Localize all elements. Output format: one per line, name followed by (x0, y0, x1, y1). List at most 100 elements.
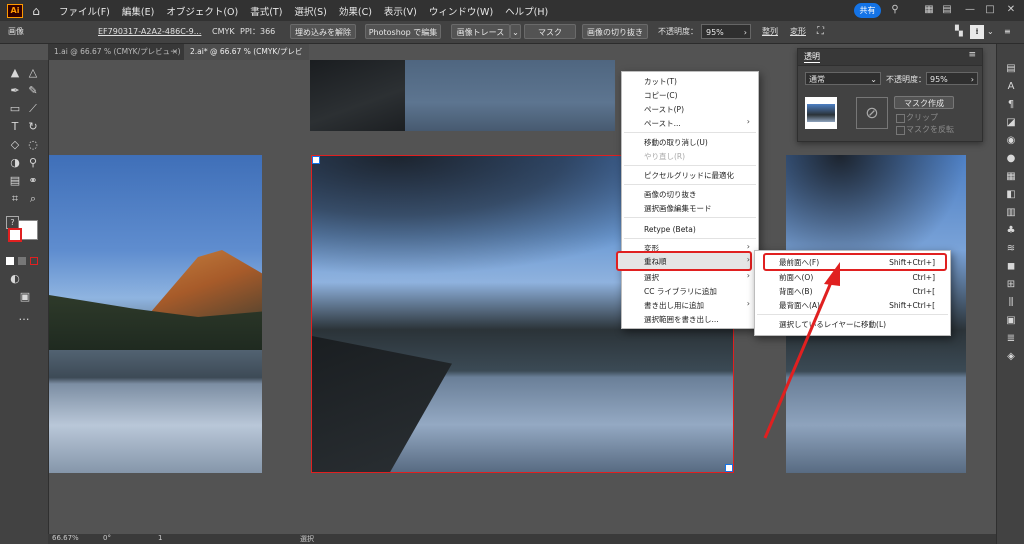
gradient-swatch-icon[interactable] (18, 257, 26, 265)
artboards-panel-icon[interactable]: ≣ (1004, 332, 1018, 346)
image-panel-icon[interactable]: ▥ (1004, 206, 1018, 220)
more-icon[interactable]: ≡ (1004, 25, 1011, 39)
isolate-icon[interactable]: ⛶ (817, 25, 824, 39)
menu-item-export-selection[interactable]: 選択範囲を書き出し... (644, 313, 719, 326)
rotation-value[interactable]: 0° (103, 534, 111, 542)
artboard-number[interactable]: 1 (158, 534, 162, 542)
gradient-tool-icon[interactable]: ▤ (8, 174, 22, 188)
close-icon[interactable]: ✕ (1005, 4, 1017, 16)
menu-item-paste[interactable]: ペースト(P) (644, 103, 684, 116)
selection-handle[interactable] (312, 156, 320, 164)
menu-item-isolation-mode[interactable]: 選択画像編集モード (644, 202, 712, 215)
tab-document-2[interactable]: 2.ai* @ 66.67 % (CMYK/プレビュー) × (184, 44, 309, 72)
pen-tool-icon[interactable]: ✒ (8, 84, 22, 98)
opacity-field[interactable]: 95% › (926, 72, 978, 85)
align-panel-icon[interactable]: ⫼ (1004, 296, 1018, 310)
curvature-tool-icon[interactable]: ✎ (26, 84, 40, 98)
libraries-panel-icon[interactable]: ◈ (1004, 350, 1018, 364)
selection-handle[interactable] (725, 464, 733, 472)
opacity-arrow-icon[interactable]: › (744, 25, 747, 40)
share-button[interactable]: 共有 (854, 3, 881, 18)
invert-mask-checkbox[interactable] (896, 126, 905, 135)
menu-help[interactable]: ヘルプ(H) (499, 4, 554, 18)
tab-document-1[interactable]: 1.ai @ 66.67 % (CMYK/プレビュー) × (48, 44, 183, 60)
paragraph-panel-icon[interactable]: ¶ (1004, 98, 1018, 112)
brushes-panel-icon[interactable]: ≋ (1004, 242, 1018, 256)
opacity-field[interactable]: 95% › (701, 24, 751, 39)
symbols-panel-icon[interactable]: ♣ (1004, 224, 1018, 238)
draw-mode-icon[interactable]: ◐ (8, 272, 22, 286)
menu-item-bring-forward[interactable]: 前面へ(O) (779, 271, 813, 284)
menu-object[interactable]: オブジェクト(O) (160, 4, 244, 18)
menu-view[interactable]: 表示(V) (378, 4, 423, 18)
menu-item-arrange[interactable]: 重ね順 (644, 255, 667, 268)
panel-menu-icon[interactable]: ▚ (955, 25, 963, 39)
search-icon[interactable]: ⚲ (889, 4, 901, 16)
workspace-icon[interactable]: ▤ (941, 4, 953, 16)
character-panel-icon[interactable]: A (1004, 80, 1018, 94)
menu-item-crop-image[interactable]: 画像の切り抜き (644, 188, 697, 201)
lasso-tool-icon[interactable]: ◌ (26, 138, 40, 152)
opacity-arrow-icon[interactable]: › (971, 73, 974, 86)
image-trace-button[interactable]: 画像トレース (451, 24, 510, 39)
blend-tool-icon[interactable]: ⚭ (26, 174, 40, 188)
clip-checkbox[interactable] (896, 114, 905, 123)
menu-item-send-to-current-layer[interactable]: 選択しているレイヤーに移動(L) (779, 318, 886, 331)
menu-item-cut[interactable]: カット(T) (644, 75, 677, 88)
zoom-tool-icon[interactable]: ⌕ (26, 192, 40, 206)
graphic-styles-panel-icon[interactable]: ◼ (1004, 260, 1018, 274)
zoom-level[interactable]: 66.67% (52, 534, 79, 542)
menu-item-retype[interactable]: Retype (Beta) (644, 223, 696, 236)
linked-file-name[interactable]: EF790317-A2A2-486C-9... (98, 25, 201, 39)
type-tool-icon[interactable]: T (8, 120, 22, 134)
menu-item-paste-submenu[interactable]: ペースト... (644, 117, 681, 130)
default-color-icon[interactable] (6, 257, 14, 265)
transform-link[interactable]: 変形 (790, 25, 806, 39)
blend-mode-select[interactable]: 通常 ⌄ (805, 72, 881, 85)
transform-panel-icon[interactable]: ⊞ (1004, 278, 1018, 292)
menu-item-arrange-highlight[interactable] (616, 251, 752, 271)
layers-panel-icon[interactable]: ◪ (1004, 116, 1018, 130)
trace-dropdown-icon[interactable]: ⌄ (510, 24, 521, 39)
arrange-documents-icon[interactable]: ▦ (923, 4, 935, 16)
swatches-panel-icon[interactable]: ▦ (1004, 170, 1018, 184)
appearance-panel-icon[interactable]: ◉ (1004, 134, 1018, 148)
menu-item-bring-to-front[interactable]: 最前面へ(F) (779, 256, 819, 269)
more-tools-icon[interactable]: … (17, 310, 31, 324)
panel-menu-icon[interactable]: ≡ (968, 50, 976, 60)
menu-item-add-to-library[interactable]: CC ライブラリに追加 (644, 285, 717, 298)
screen-mode-icon[interactable]: ▣ (18, 290, 32, 304)
minimize-icon[interactable]: — (964, 4, 976, 16)
align-link[interactable]: 整列 (762, 25, 778, 39)
properties-panel-icon[interactable]: ▤ (1004, 62, 1018, 76)
rectangle-tool-icon[interactable]: ▭ (8, 102, 22, 116)
menu-item-send-to-back[interactable]: 最背面へ(A) (779, 299, 820, 312)
menu-edit[interactable]: 編集(E) (116, 4, 160, 18)
menu-window[interactable]: ウィンドウ(W) (423, 4, 499, 18)
stroke-swatch[interactable] (8, 228, 22, 242)
menu-file[interactable]: ファイル(F) (53, 4, 116, 18)
edit-in-photoshop-button[interactable]: Photoshop で編集 (365, 24, 441, 39)
menu-item-pixel-grid[interactable]: ピクセルグリッドに最適化 (644, 169, 734, 182)
home-icon[interactable]: ⌂ (29, 4, 43, 18)
panel-title[interactable]: 透明 (804, 51, 820, 63)
photo-left[interactable] (49, 155, 262, 473)
eraser-tool-icon[interactable]: ◇ (8, 138, 22, 152)
embed-button[interactable]: 埋め込みを解除 (290, 24, 356, 39)
eyedropper-tool-icon[interactable]: ⚲ (26, 156, 40, 170)
gradient-panel-icon[interactable]: ◧ (1004, 188, 1018, 202)
selection-tool-icon[interactable]: ▲ (8, 66, 22, 80)
menu-item-undo-move[interactable]: 移動の取り消し(U) (644, 136, 708, 149)
paintbrush-tool-icon[interactable]: ⟋ (26, 102, 40, 116)
menu-select[interactable]: 選択(S) (288, 4, 332, 18)
crop-image-button[interactable]: 画像の切り抜き (582, 24, 648, 39)
close-tab-icon[interactable]: × (172, 44, 178, 60)
menu-item-copy[interactable]: コピー(C) (644, 89, 678, 102)
maximize-icon[interactable]: □ (984, 4, 996, 16)
photo-top-partial[interactable] (310, 60, 615, 131)
menu-effect[interactable]: 効果(C) (333, 4, 378, 18)
artboard-tool-icon[interactable]: ⌗ (8, 192, 22, 206)
make-mask-button[interactable]: マスク作成 (894, 96, 954, 109)
chevron-down-icon[interactable]: ⌄ (987, 25, 994, 39)
menu-type[interactable]: 書式(T) (244, 4, 288, 18)
